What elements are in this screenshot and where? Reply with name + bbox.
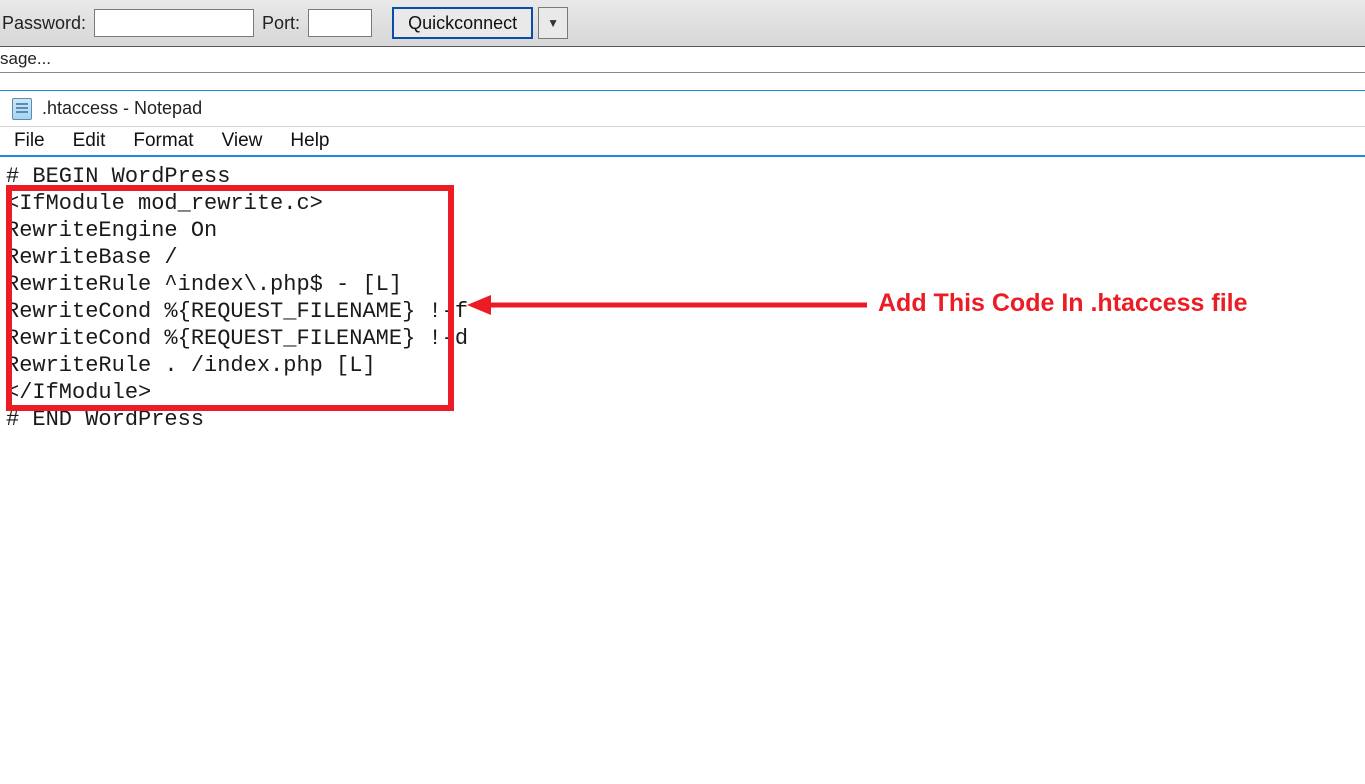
menu-help[interactable]: Help bbox=[276, 128, 343, 154]
code-line: RewriteCond %{REQUEST_FILENAME} !-d bbox=[6, 325, 1359, 352]
port-input[interactable] bbox=[308, 9, 372, 37]
menu-format[interactable]: Format bbox=[119, 128, 207, 154]
ftp-toolbar: Password: Port: Quickconnect ▼ bbox=[0, 0, 1365, 47]
code-line: RewriteBase / bbox=[6, 244, 1359, 271]
menu-view[interactable]: View bbox=[208, 128, 277, 154]
notepad-menubar: File Edit Format View Help bbox=[0, 127, 1365, 157]
password-label: Password: bbox=[2, 13, 86, 34]
quickconnect-dropdown-button[interactable]: ▼ bbox=[538, 7, 568, 39]
notepad-window: .htaccess - Notepad File Edit Format Vie… bbox=[0, 90, 1365, 784]
code-line: RewriteEngine On bbox=[6, 217, 1359, 244]
code-line: </IfModule> bbox=[6, 379, 1359, 406]
menu-file[interactable]: File bbox=[0, 128, 59, 154]
quickconnect-button[interactable]: Quickconnect bbox=[392, 7, 533, 39]
quickconnect-label: Quickconnect bbox=[408, 13, 517, 34]
annotation-text: Add This Code In .htaccess file bbox=[878, 289, 1248, 318]
code-line: RewriteRule . /index.php [L] bbox=[6, 352, 1359, 379]
chevron-down-icon: ▼ bbox=[547, 16, 559, 30]
port-label: Port: bbox=[262, 13, 300, 34]
notepad-titlebar: .htaccess - Notepad bbox=[0, 91, 1365, 127]
code-line: # BEGIN WordPress bbox=[6, 163, 1359, 190]
code-line: <IfModule mod_rewrite.c> bbox=[6, 190, 1359, 217]
message-log-text: sage... bbox=[0, 49, 51, 68]
message-log: sage... bbox=[0, 47, 1365, 73]
menu-edit[interactable]: Edit bbox=[59, 128, 120, 154]
password-input[interactable] bbox=[94, 9, 254, 37]
notepad-icon bbox=[12, 98, 32, 120]
notepad-title-text: .htaccess - Notepad bbox=[42, 98, 202, 119]
notepad-text-area[interactable]: # BEGIN WordPress <IfModule mod_rewrite.… bbox=[0, 157, 1365, 784]
code-line: # END WordPress bbox=[6, 406, 1359, 433]
